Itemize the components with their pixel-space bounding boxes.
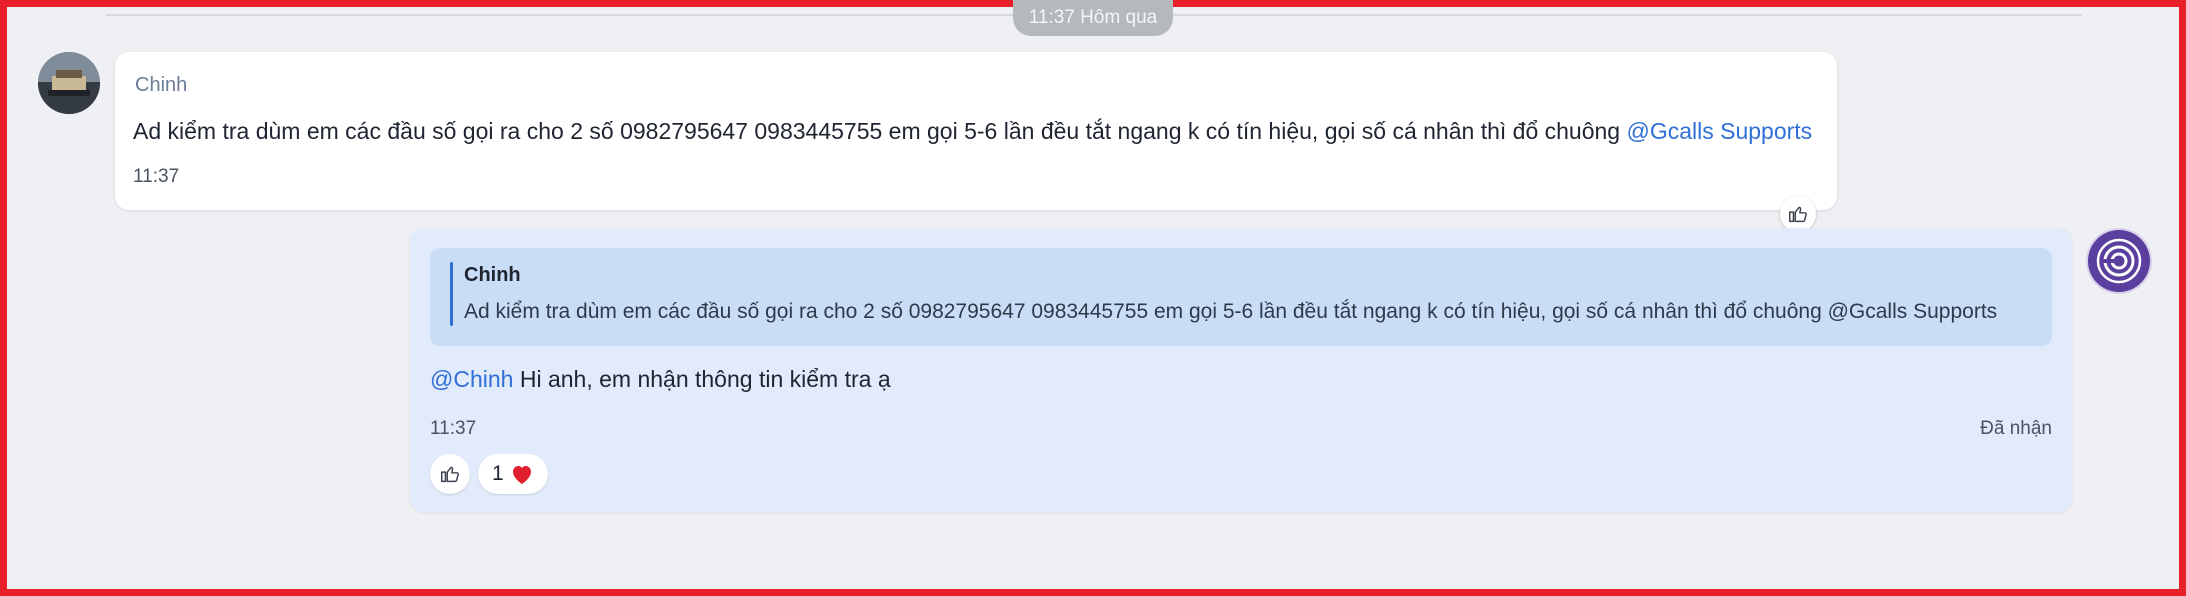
thumbs-up-icon bbox=[1789, 206, 1807, 223]
reply-body: Hi anh, em nhận thông tin kiểm tra ạ bbox=[513, 366, 891, 392]
date-separator: 11:37 Hôm qua bbox=[1013, 0, 1173, 36]
sender-name[interactable]: Chinh bbox=[135, 74, 187, 97]
delivery-status: Đã nhận bbox=[1980, 418, 2052, 439]
quoted-message[interactable]: Chinh Ad kiểm tra dùm em các đầu số gọi … bbox=[430, 248, 2052, 346]
agent-avatar[interactable] bbox=[2088, 230, 2150, 292]
quote-bar bbox=[450, 262, 453, 326]
heart-icon bbox=[512, 466, 531, 484]
thumbs-up-icon bbox=[441, 466, 459, 483]
reaction-count: 1 bbox=[492, 462, 504, 485]
incoming-message-bubble[interactable]: Chinh Ad kiểm tra dùm em các đầu số gọi … bbox=[115, 52, 1837, 210]
sender-avatar[interactable] bbox=[38, 52, 100, 114]
reply-time: 11:37 bbox=[430, 418, 477, 439]
message-time: 11:37 bbox=[133, 166, 180, 187]
quote-author: Chinh bbox=[464, 264, 521, 286]
gcalls-logo-icon bbox=[2096, 238, 2142, 284]
outgoing-message-bubble[interactable]: Chinh Ad kiểm tra dùm em các đầu số gọi … bbox=[410, 228, 2072, 512]
mention-link[interactable]: @Chinh bbox=[430, 366, 513, 392]
user-photo-avatar-icon bbox=[38, 52, 100, 114]
message-body: Ad kiểm tra dùm em các đầu số gọi ra cho… bbox=[133, 118, 1627, 144]
add-reaction-button[interactable] bbox=[430, 454, 470, 494]
mention-link[interactable]: @Gcalls Supports bbox=[1626, 118, 1812, 144]
quote-text: Ad kiểm tra dùm em các đầu số gọi ra cho… bbox=[464, 300, 1998, 323]
reply-text: @Chinh Hi anh, em nhận thông tin kiểm tr… bbox=[430, 366, 891, 393]
heart-reaction-pill[interactable]: 1 bbox=[478, 454, 548, 494]
message-text: Ad kiểm tra dùm em các đầu số gọi ra cho… bbox=[133, 118, 1812, 145]
like-button[interactable] bbox=[1780, 196, 1816, 232]
reaction-row: 1 bbox=[430, 454, 548, 494]
